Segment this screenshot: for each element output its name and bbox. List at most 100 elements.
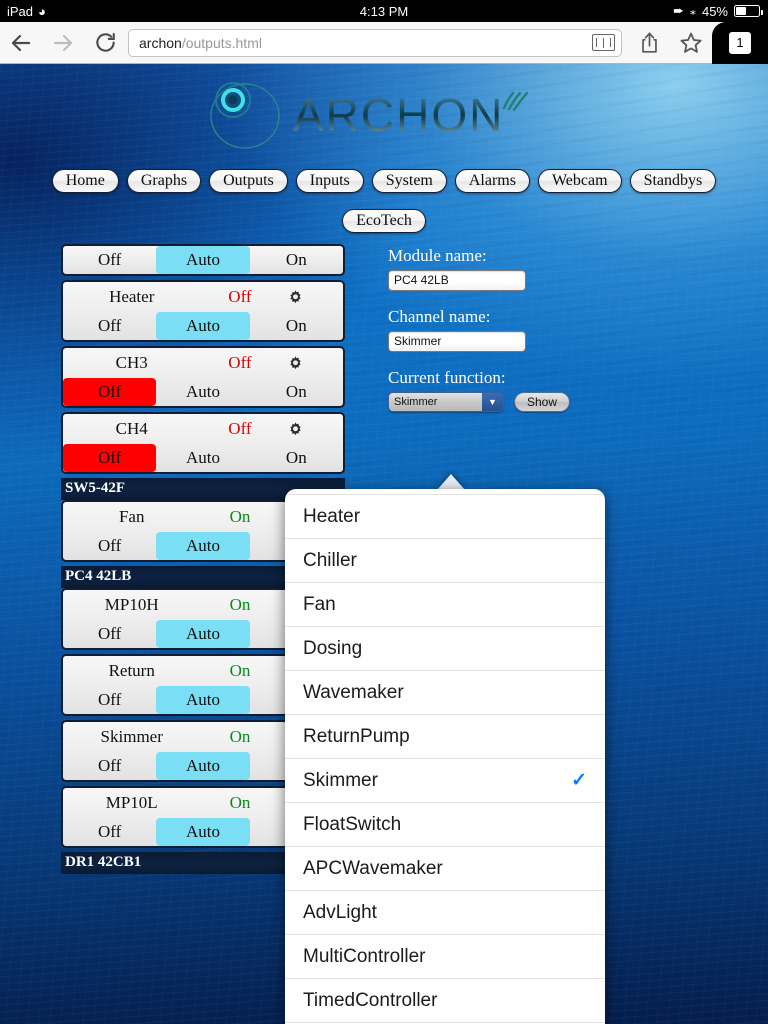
output-name: MP10L (105, 793, 158, 812)
function-option-label: APCWavemaker (303, 857, 443, 879)
gear-icon[interactable] (287, 421, 304, 438)
function-option-label: MultiController (303, 945, 426, 967)
output-mode-off-button[interactable]: Off (63, 444, 157, 472)
function-option-apcwavemaker[interactable]: APCWavemaker (285, 846, 605, 890)
output-mode-off-button[interactable]: Off (63, 620, 156, 648)
function-option-dosing[interactable]: Dosing (285, 626, 605, 670)
function-option-floatswitch[interactable]: FloatSwitch (285, 802, 605, 846)
output-mode-on-button[interactable]: On (250, 312, 343, 340)
reload-icon[interactable] (84, 22, 126, 64)
output-mode-off-button[interactable]: Off (63, 752, 156, 780)
output-settings-button[interactable] (287, 289, 335, 306)
output-name: MP10H (104, 595, 159, 614)
function-option-skimmer[interactable]: Skimmer ✓ (285, 758, 605, 802)
nav-tab-webcam[interactable]: Webcam (537, 169, 622, 193)
output-name: Fan (118, 507, 145, 526)
logo-group: ARCHON (205, 78, 532, 152)
output-status-label: On (229, 793, 251, 812)
output-card[interactable]: CH3 Off Off Auto On (61, 346, 345, 408)
output-mode-segmented-control[interactable]: OffAutoOn (63, 444, 343, 472)
function-option-heater[interactable]: Heater (285, 494, 605, 538)
output-mode-auto-button[interactable]: Auto (156, 378, 249, 406)
output-mode-auto-button[interactable]: Auto (156, 620, 250, 648)
output-mode-segmented-control[interactable]: OffAutoOn (63, 378, 343, 406)
output-card[interactable]: CH4 Off Off Auto On (61, 412, 345, 474)
back-arrow-icon[interactable] (0, 22, 42, 64)
gear-icon[interactable] (287, 355, 304, 372)
nav-tab-ecotech[interactable]: EcoTech (342, 209, 426, 233)
output-mode-on-button[interactable]: On (250, 246, 343, 274)
url-path: /outputs.html (181, 34, 262, 51)
output-name: CH3 (115, 353, 148, 372)
archon-wordmark: ARCHON (293, 89, 505, 141)
output-mode-segmented-control[interactable]: OffAutoOn (63, 246, 343, 274)
function-option-label: TimedController (303, 989, 438, 1011)
output-mode-on-button[interactable]: On (250, 444, 343, 472)
output-name: Heater (109, 287, 155, 306)
output-card[interactable]: Off Auto On (61, 244, 345, 276)
channel-name-input[interactable]: Skimmer (388, 331, 526, 352)
function-option-label: Heater (303, 505, 361, 527)
current-function-row: Skimmer ▼ Show (388, 392, 728, 412)
battery-percent-label: 45% (701, 3, 728, 19)
forward-arrow-icon[interactable] (42, 22, 84, 64)
output-mode-on-button[interactable]: On (250, 378, 343, 406)
output-status-label: Off (228, 287, 252, 306)
output-mode-auto-button[interactable]: Auto (156, 752, 250, 780)
output-mode-off-button[interactable]: Off (63, 532, 156, 560)
share-icon[interactable] (628, 22, 670, 64)
tab-strip[interactable]: 1 (712, 21, 768, 64)
nav-tab-outputs[interactable]: Outputs (209, 169, 288, 193)
output-mode-off-button[interactable]: Off (63, 246, 156, 274)
function-option-advlight[interactable]: AdvLight (285, 890, 605, 934)
nav-tab-graphs[interactable]: Graphs (126, 169, 202, 193)
signal-waves-icon (503, 91, 529, 112)
function-option-multicontroller[interactable]: MultiController (285, 934, 605, 978)
output-mode-off-button[interactable]: Off (63, 686, 156, 714)
output-card-header: Heater Off (63, 282, 343, 312)
function-option-chiller[interactable]: Chiller (285, 538, 605, 582)
output-status-label: On (229, 661, 251, 680)
site-header: ARCHON (0, 78, 768, 158)
address-bar[interactable]: archon/outputs.html (128, 28, 622, 57)
chevron-down-icon[interactable]: ▼ (482, 393, 503, 411)
current-function-label: Current function: (388, 368, 506, 387)
show-button[interactable]: Show (514, 392, 571, 412)
output-mode-segmented-control[interactable]: OffAutoOn (63, 312, 343, 340)
output-mode-off-button[interactable]: Off (63, 818, 156, 846)
channel-name-label: Channel name: (388, 307, 491, 326)
output-mode-auto-button[interactable]: Auto (156, 312, 250, 340)
output-mode-auto-button[interactable]: Auto (156, 818, 250, 846)
output-settings-button[interactable] (287, 355, 335, 372)
nav-tab-home[interactable]: Home (51, 169, 119, 193)
output-settings-button[interactable] (287, 421, 335, 438)
function-option-label: Dosing (303, 637, 363, 659)
output-mode-auto-button[interactable]: Auto (156, 444, 249, 472)
function-dropdown-popover[interactable]: Heater Chiller Fan Dosing Wavemaker ReturnPum… (285, 489, 605, 1024)
output-mode-auto-button[interactable]: Auto (156, 532, 250, 560)
function-option-wavemaker[interactable]: Wavemaker (285, 670, 605, 714)
nav-tab-system[interactable]: System (371, 169, 447, 193)
function-option-label: ReturnPump (303, 725, 410, 747)
gear-icon[interactable] (287, 289, 304, 306)
output-name: Skimmer (100, 727, 163, 746)
output-mode-auto-button[interactable]: Auto (156, 246, 250, 274)
output-mode-off-button[interactable]: Off (63, 378, 157, 406)
function-option-timedcontroller[interactable]: TimedController (285, 978, 605, 1022)
current-function-select[interactable]: Skimmer ▼ (388, 392, 504, 412)
function-option-label: Chiller (303, 549, 357, 571)
output-mode-auto-button[interactable]: Auto (156, 686, 250, 714)
nav-tab-alarms[interactable]: Alarms (454, 169, 530, 193)
output-status-label: Off (228, 419, 252, 438)
tab-count-badge[interactable]: 1 (729, 31, 751, 54)
bookmark-star-icon[interactable] (670, 22, 712, 64)
module-name-input[interactable]: PC4 42LB (388, 270, 526, 291)
nav-tab-inputs[interactable]: Inputs (295, 169, 364, 193)
function-option-fan[interactable]: Fan (285, 582, 605, 626)
nav-tab-standbys[interactable]: Standbys (629, 169, 717, 193)
output-status-label: On (229, 727, 251, 746)
output-mode-off-button[interactable]: Off (63, 312, 156, 340)
reader-view-icon[interactable] (592, 34, 615, 51)
function-option-returnpump[interactable]: ReturnPump (285, 714, 605, 758)
output-card[interactable]: Heater Off Off Auto On (61, 280, 345, 342)
